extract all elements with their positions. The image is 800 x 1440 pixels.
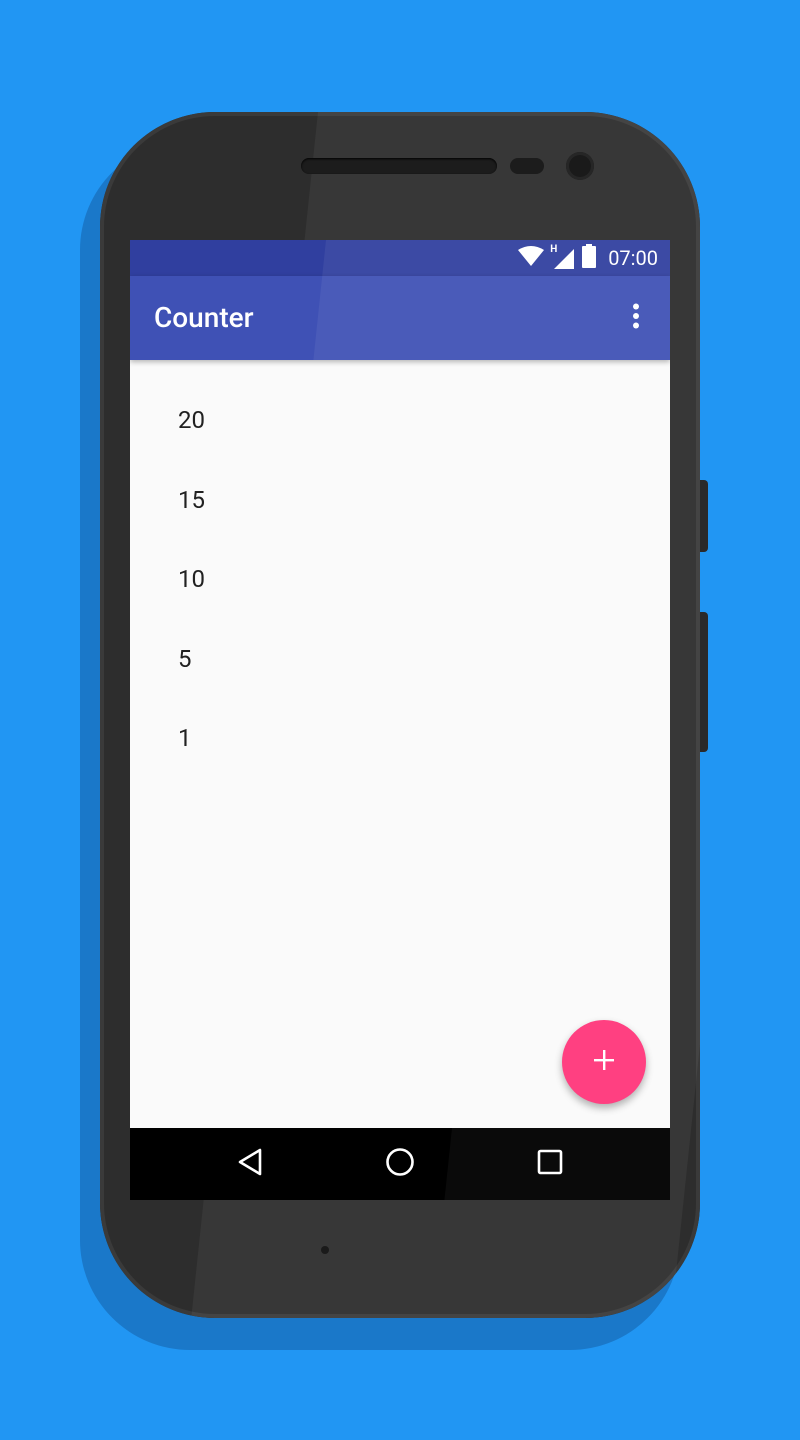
proximity-sensor (510, 158, 544, 174)
wifi-icon (518, 246, 545, 270)
front-camera (566, 152, 594, 180)
app-title: Counter (154, 301, 254, 334)
microphone (321, 1246, 329, 1254)
recents-button[interactable] (526, 1140, 574, 1188)
add-icon (592, 1048, 616, 1076)
earpiece-speaker (301, 158, 497, 174)
recents-icon (537, 1149, 563, 1179)
app-bar: Counter (130, 276, 670, 360)
navigation-bar (130, 1128, 670, 1200)
counter-list-container: 20 15 10 5 1 (130, 360, 670, 1128)
list-item[interactable]: 5 (130, 620, 670, 700)
add-fab-button[interactable] (562, 1020, 646, 1104)
status-icons: H 07:00 (518, 240, 658, 276)
home-icon (385, 1147, 415, 1181)
status-bar: H 07:00 (130, 240, 670, 276)
battery-icon (582, 244, 597, 272)
list-item[interactable]: 10 (130, 540, 670, 620)
network-type-label: H (550, 244, 558, 255)
status-time: 07:00 (608, 246, 658, 270)
home-button[interactable] (376, 1140, 424, 1188)
device-screen: H 07:00 Counter 20 15 10 5 1 (130, 240, 670, 1200)
list-item[interactable]: 20 (130, 381, 670, 461)
more-vert-icon (632, 303, 640, 333)
list-item[interactable]: 1 (130, 699, 670, 779)
list-item[interactable]: 15 (130, 461, 670, 541)
overflow-menu-button[interactable] (620, 302, 652, 334)
device-mockup-stage: H 07:00 Counter 20 15 10 5 1 (0, 0, 800, 1440)
back-button[interactable] (226, 1140, 274, 1188)
cellular-signal-icon: H (550, 244, 576, 269)
counter-list: 20 15 10 5 1 (130, 360, 670, 779)
back-icon (236, 1147, 264, 1181)
